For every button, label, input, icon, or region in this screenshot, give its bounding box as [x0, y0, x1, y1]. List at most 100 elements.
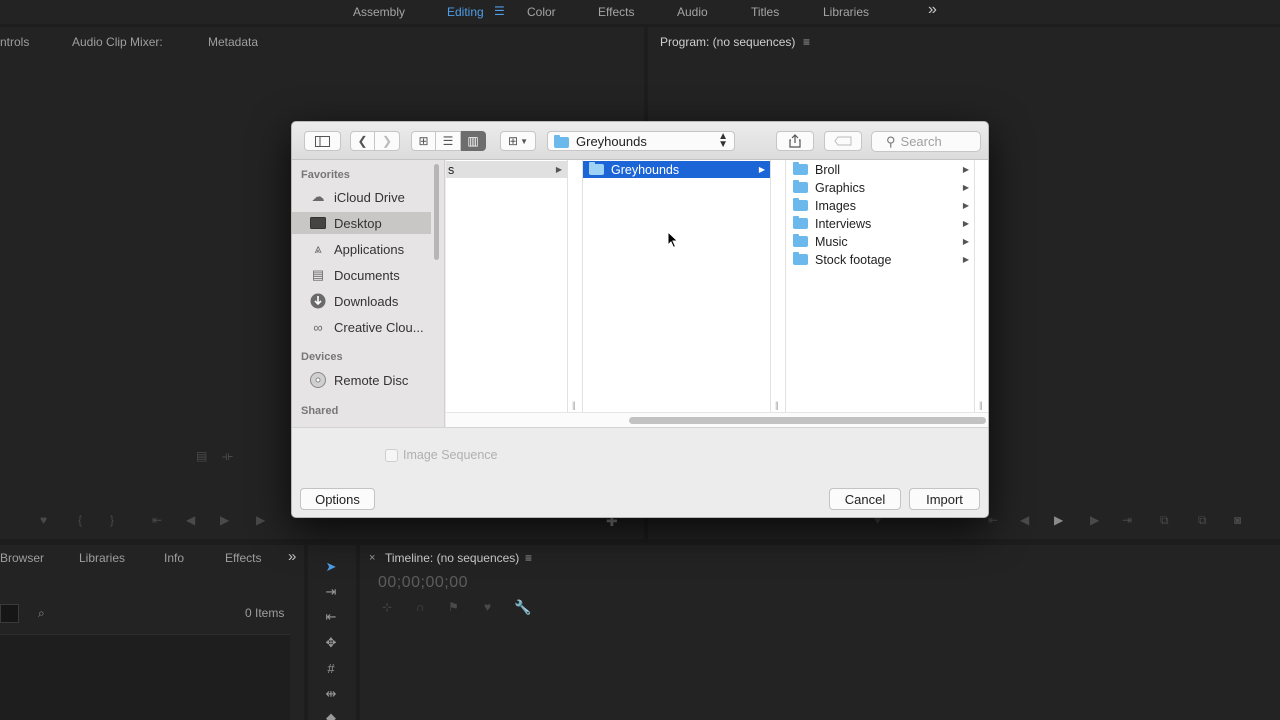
razor-tool-icon[interactable]: #	[322, 661, 340, 677]
selection-tool-icon[interactable]: ➤	[322, 559, 340, 575]
program-go-to-out-icon[interactable]: ⇥	[1122, 513, 1132, 527]
tab-media-browser[interactable]: Browser	[0, 551, 44, 565]
workspace-tab-color[interactable]: Color	[527, 5, 556, 19]
workspace-tab-titles[interactable]: Titles	[751, 5, 779, 19]
mark-in-icon[interactable]: {	[78, 513, 82, 527]
list-item[interactable]: Stock footage ▶	[786, 251, 974, 268]
wrench-icon[interactable]: 🔧	[514, 599, 531, 616]
horizontal-scrollbar[interactable]	[629, 417, 986, 424]
list-item[interactable]: Images ▶	[786, 197, 974, 214]
back-button[interactable]: ❮	[350, 131, 375, 151]
chevron-right-icon: ❯	[381, 134, 393, 148]
program-menu-icon[interactable]: ≡	[803, 35, 810, 49]
project-search-input[interactable]	[0, 604, 19, 623]
play-icon[interactable]: ▶	[220, 513, 229, 527]
step-forward-icon[interactable]: ▶	[256, 513, 265, 527]
tag-button[interactable]	[824, 131, 862, 151]
track-select-tool-icon[interactable]: ⇥	[322, 584, 340, 600]
sidebar-item-documents[interactable]: ▤ Documents	[292, 264, 431, 286]
sidebar-item-remote-disc[interactable]: Remote Disc	[292, 369, 431, 391]
finder-sidebar: Favorites ☁ iCloud Drive Desktop ⩓ Applica…	[292, 160, 445, 427]
browser-column-2[interactable]: Greyhounds ▶ ||	[582, 160, 779, 412]
list-item[interactable]: Greyhounds ▶	[583, 161, 770, 178]
tab-metadata[interactable]: Metadata	[208, 35, 258, 49]
list-item[interactable]: Graphics ▶	[786, 179, 974, 196]
program-step-back-icon[interactable]: ◀	[1020, 513, 1029, 527]
folder-icon	[793, 162, 808, 175]
timeline-marker-icon[interactable]: ♥	[484, 600, 491, 614]
marker-icon[interactable]: ♥	[40, 513, 47, 527]
tab-info[interactable]: Info	[164, 551, 184, 565]
group-by-button[interactable]: ⊞ ▼	[500, 131, 536, 151]
icon-view-button[interactable]: ⊞	[411, 131, 436, 151]
list-view-button[interactable]: ☰	[436, 131, 461, 151]
column-resize-handle[interactable]: ||	[775, 400, 779, 410]
mark-out-icon[interactable]: }	[110, 513, 114, 527]
sidebar-item-creative-cloud[interactable]: ∞ Creative Clou...	[292, 316, 431, 338]
tab-libraries[interactable]: Libraries	[79, 551, 125, 565]
forward-button[interactable]: ❯	[375, 131, 400, 151]
program-play-icon[interactable]: ▶	[1054, 513, 1063, 527]
project-overflow-icon[interactable]: »	[288, 548, 296, 565]
find-icon[interactable]: ⌕	[38, 606, 45, 621]
extract-icon[interactable]: ⧉	[1198, 513, 1207, 528]
workspace-menu-icon[interactable]: ☰	[494, 4, 505, 18]
program-go-to-in-icon[interactable]: ⇤	[988, 513, 998, 527]
slip-tool-icon[interactable]: ⇹	[322, 686, 340, 702]
tab-effect-controls[interactable]: ntrols	[0, 35, 29, 49]
step-back-icon[interactable]: ◀	[186, 513, 195, 527]
search-field[interactable]: ⚲ Search	[871, 131, 981, 152]
nav-buttons: ❮ ❯	[350, 131, 400, 151]
browser-column-3[interactable]: Broll ▶ Graphics ▶ Images ▶ Interviews ▶ Mus…	[785, 160, 983, 412]
program-step-forward-icon[interactable]: ▶	[1090, 513, 1099, 527]
tab-effects[interactable]: Effects	[225, 551, 261, 565]
sidebar-toggle-button[interactable]	[304, 131, 341, 151]
import-button[interactable]: Import	[909, 488, 980, 510]
column-resize-handle[interactable]: ||	[572, 400, 576, 410]
sidebar-item-applications[interactable]: ⩓ Applications	[292, 238, 431, 260]
folder-icon	[793, 216, 808, 229]
list-item[interactable]: s ▶	[446, 161, 567, 178]
browser-column-1[interactable]: s ▶ ||	[446, 160, 576, 412]
go-to-in-icon[interactable]: ⇤	[152, 513, 162, 527]
workspace-tab-editing[interactable]: Editing	[447, 5, 484, 19]
lift-icon[interactable]: ⧉	[1160, 513, 1169, 528]
project-bin-area[interactable]	[0, 634, 290, 720]
linked-selection-icon[interactable]: ∩	[416, 600, 425, 614]
sidebar-item-icloud-drive[interactable]: ☁ iCloud Drive	[292, 186, 431, 208]
column-view-button[interactable]: ▥	[461, 131, 486, 151]
timeline-close-icon[interactable]: ×	[369, 552, 375, 564]
sidebar-item-label: Desktop	[334, 215, 382, 231]
sidebar-item-desktop[interactable]: Desktop	[292, 212, 431, 234]
image-sequence-checkbox[interactable]: Image Sequence	[385, 448, 498, 462]
options-button[interactable]: Options	[300, 488, 375, 510]
settings-icon[interactable]: ▤	[196, 449, 207, 463]
export-frame-icon[interactable]: ◙	[1234, 513, 1241, 527]
share-button[interactable]	[776, 131, 814, 151]
timeline-timecode[interactable]: 00;00;00;00	[378, 574, 468, 592]
sidebar-item-downloads[interactable]: Downloads	[292, 290, 431, 312]
list-item[interactable]: Interviews ▶	[786, 215, 974, 232]
workspace-tab-effects[interactable]: Effects	[598, 5, 634, 19]
tab-audio-clip-mixer[interactable]: Audio Clip Mixer:	[72, 35, 163, 49]
ripple-edit-tool-icon[interactable]: ⇤	[322, 609, 340, 625]
snap-icon[interactable]: ⊹	[382, 600, 392, 614]
list-item[interactable]: Broll ▶	[786, 161, 974, 178]
workspace-tab-libraries[interactable]: Libraries	[823, 5, 869, 19]
sidebar-item-label: Applications	[334, 241, 405, 257]
add-marker-icon[interactable]: ⚑	[448, 600, 459, 614]
pen-tool-icon[interactable]: ◆	[322, 710, 340, 720]
timeline-title[interactable]: Timeline: (no sequences)	[385, 551, 519, 565]
insert-icon[interactable]: ⟛	[222, 449, 233, 464]
timeline-menu-icon[interactable]: ≡	[525, 551, 532, 565]
location-popup[interactable]: Greyhounds ▲ ▼	[547, 131, 735, 151]
sidebar-scrollbar[interactable]	[434, 164, 439, 260]
program-monitor-title[interactable]: Program: (no sequences)	[660, 35, 795, 49]
workspace-tab-assembly[interactable]: Assembly	[353, 5, 405, 19]
column-resize-handle[interactable]: ||	[979, 400, 983, 410]
cancel-button[interactable]: Cancel	[829, 488, 901, 510]
workspace-tab-audio[interactable]: Audio	[677, 5, 708, 19]
workspace-overflow-icon[interactable]: »	[928, 1, 937, 19]
list-item[interactable]: Music ▶	[786, 233, 974, 250]
rolling-edit-tool-icon[interactable]: ✥	[322, 635, 340, 651]
